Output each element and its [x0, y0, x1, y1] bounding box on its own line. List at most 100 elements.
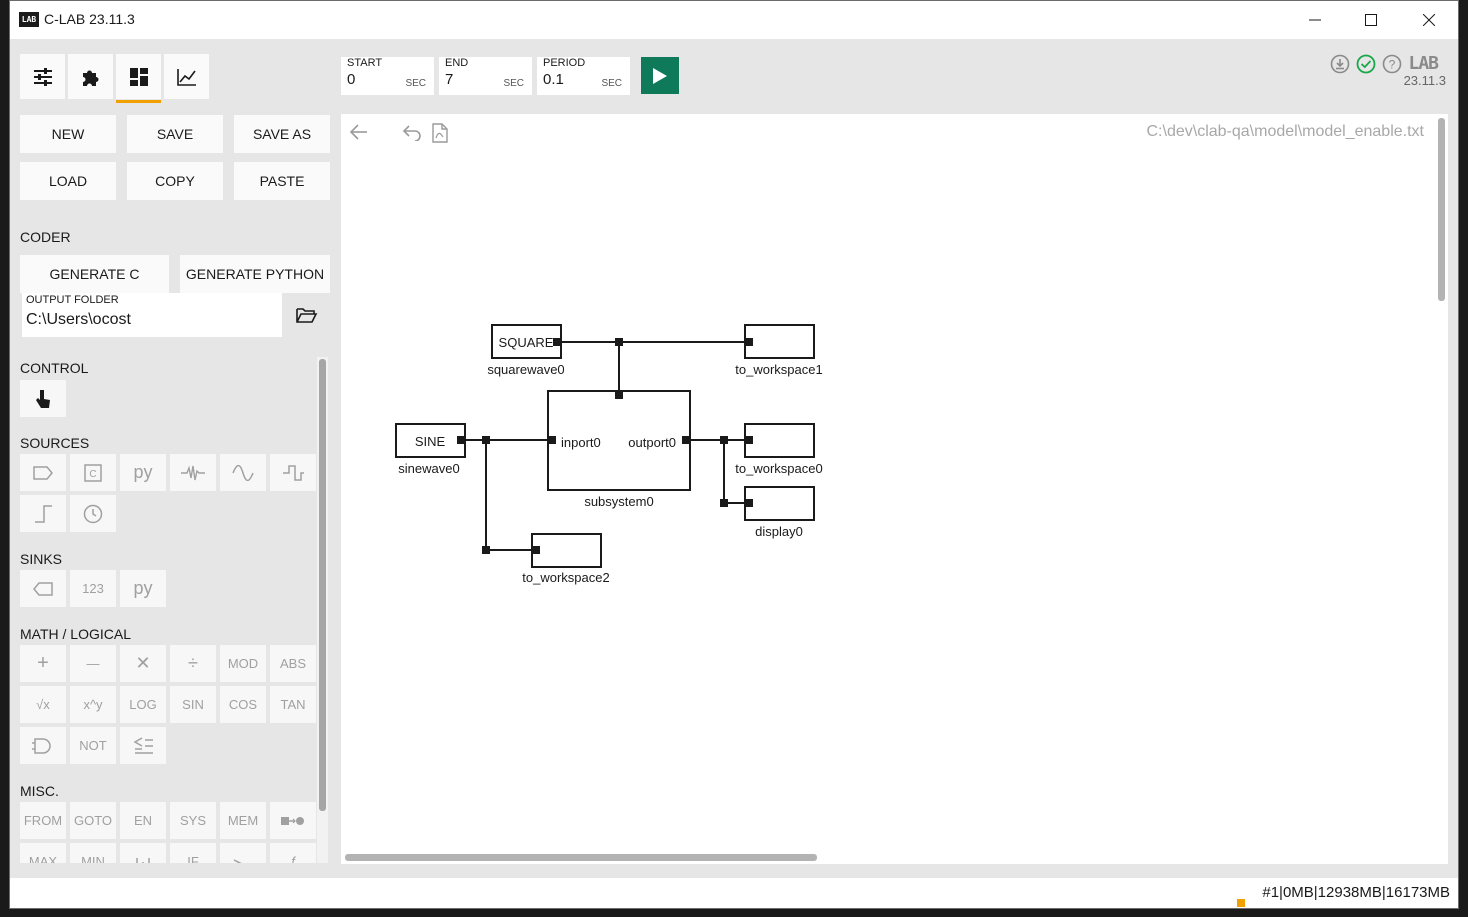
palette-constant[interactable]	[20, 454, 66, 491]
palette-max[interactable]: MAX	[20, 843, 66, 863]
start-time-field[interactable]: START 0 SEC	[341, 57, 434, 95]
sinks-label: SINKS	[20, 551, 63, 567]
display0-label: display0	[755, 524, 803, 539]
palette-sys[interactable]: SYS	[170, 802, 216, 839]
end-value[interactable]: 7	[445, 71, 453, 88]
palette-noise[interactable]	[170, 454, 216, 491]
palette-logic-gate[interactable]	[20, 727, 66, 764]
load-button[interactable]: LOAD	[20, 162, 116, 200]
palette-add[interactable]: +	[20, 645, 66, 682]
dashboard-icon	[129, 67, 148, 86]
canvas-vertical-scrollbar[interactable]	[1438, 118, 1445, 301]
end-unit: SEC	[503, 78, 524, 89]
palette-step[interactable]	[20, 495, 66, 532]
maximize-button[interactable]	[1342, 1, 1400, 39]
copy-button[interactable]: COPY	[127, 162, 223, 200]
port-subsystem-enable	[615, 391, 623, 399]
start-value[interactable]: 0	[347, 71, 355, 88]
minimize-button[interactable]	[1286, 1, 1344, 39]
palette-min[interactable]: MIN	[70, 843, 116, 863]
port-ws1-in	[745, 338, 753, 346]
new-button[interactable]: NEW	[20, 115, 116, 153]
palette-sine[interactable]	[220, 454, 266, 491]
port-display-in	[745, 499, 753, 507]
port-subsystem-out	[682, 436, 690, 444]
palette-function[interactable]: f	[270, 843, 316, 863]
download-icon[interactable]	[1330, 54, 1350, 74]
palette-c-source[interactable]: C	[70, 454, 116, 491]
sink-tag-icon	[33, 581, 53, 596]
start-label: START	[347, 57, 383, 69]
palette-sort[interactable]	[120, 843, 166, 863]
port-ws2-in	[532, 546, 540, 554]
canvas-horizontal-scrollbar[interactable]	[345, 854, 817, 861]
palette-not[interactable]: NOT	[70, 727, 116, 764]
palette-py-sink[interactable]: py	[120, 570, 166, 607]
block-to-workspace1	[744, 324, 815, 359]
tab-plot[interactable]	[164, 54, 209, 99]
palette-multiply[interactable]: ✕	[120, 645, 166, 682]
palette-tan[interactable]: TAN	[270, 686, 316, 723]
palette-cos[interactable]: COS	[220, 686, 266, 723]
help-icon[interactable]: ?	[1382, 54, 1402, 74]
sine-wave-icon	[232, 464, 254, 481]
brand-logo-icon: LAB	[1408, 53, 1438, 74]
puzzle-icon	[82, 70, 98, 86]
palette-sin[interactable]: SIN	[170, 686, 216, 723]
period-label: PERIOD	[543, 57, 586, 69]
folder-open-button[interactable]	[296, 306, 318, 329]
palette-enable[interactable]: EN	[120, 802, 166, 839]
memory-status: #1|0MB|12938MB|16173MB	[1262, 884, 1450, 901]
palette-mux[interactable]	[270, 802, 316, 839]
palette-abs[interactable]: ABS	[270, 645, 316, 682]
palette-if[interactable]: IF	[170, 843, 216, 863]
palette-py-source[interactable]: py	[120, 454, 166, 491]
generate-c-button[interactable]: GENERATE C	[20, 255, 169, 293]
palette-compare[interactable]	[120, 727, 166, 764]
palette-clock[interactable]	[70, 495, 116, 532]
to-workspace0-label: to_workspace0	[735, 461, 822, 476]
generate-python-button[interactable]: GENERATE PYTHON	[180, 255, 330, 293]
close-button[interactable]	[1400, 1, 1458, 39]
period-field[interactable]: PERIOD 0.1 SEC	[537, 57, 630, 95]
switch-icon	[233, 858, 252, 863]
junction-square	[615, 338, 623, 346]
squarewave0-label: squarewave0	[487, 362, 564, 377]
palette-square[interactable]	[270, 454, 316, 491]
palette-log[interactable]: LOG	[120, 686, 166, 723]
misc-label: MISC.	[20, 783, 59, 799]
to-workspace1-label: to_workspace1	[735, 362, 822, 377]
palette-power[interactable]: x^y	[70, 686, 116, 723]
folder-open-icon	[296, 308, 318, 323]
tab-settings[interactable]	[20, 54, 65, 99]
period-value[interactable]: 0.1	[543, 71, 564, 88]
palette-to-workspace[interactable]	[20, 570, 66, 607]
save-as-button[interactable]: SAVE AS	[234, 115, 330, 153]
palette-sqrt[interactable]: √x	[20, 686, 66, 723]
palette-from[interactable]: FROM	[20, 802, 66, 839]
palette-pointer[interactable]	[20, 380, 66, 417]
palette-divide[interactable]: ÷	[170, 645, 216, 682]
minimize-icon	[1309, 19, 1321, 21]
palette-display[interactable]: 123	[70, 570, 116, 607]
paste-button[interactable]: PASTE	[234, 162, 330, 200]
clock-icon	[83, 504, 103, 523]
block-to-workspace2	[531, 533, 602, 568]
tab-model[interactable]	[116, 54, 161, 99]
model-canvas[interactable]: C:\dev\clab-qa\model\model_enable.txt SQ…	[341, 114, 1448, 864]
palette-goto[interactable]: GOTO	[70, 802, 116, 839]
palette-mod[interactable]: MOD	[220, 645, 266, 682]
tab-library[interactable]	[68, 54, 113, 99]
palette-mem[interactable]: MEM	[220, 802, 266, 839]
palette-switch[interactable]	[220, 843, 266, 863]
svg-text:C: C	[89, 469, 96, 480]
logic-gate-icon	[32, 737, 51, 754]
palette-scrollbar[interactable]	[319, 359, 326, 811]
palette-subtract[interactable]: —	[70, 645, 116, 682]
output-folder-value[interactable]: C:\Users\ocost	[26, 311, 131, 329]
save-button[interactable]: SAVE	[127, 115, 223, 153]
block-diagram[interactable]: SQUARE squarewave0 SINE sinewave0 inport…	[341, 114, 1448, 864]
end-time-field[interactable]: END 7 SEC	[439, 57, 532, 95]
output-folder-field[interactable]: OUTPUT FOLDER C:\Users\ocost	[22, 293, 282, 337]
run-button[interactable]	[641, 57, 679, 94]
